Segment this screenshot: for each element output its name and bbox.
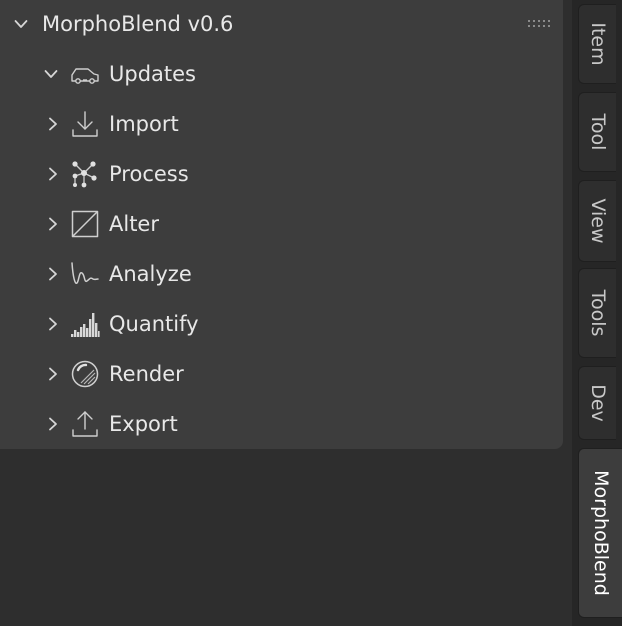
tab-view[interactable]: View	[578, 180, 616, 262]
section-import[interactable]: Import	[0, 99, 563, 149]
section-label: Render	[109, 362, 184, 386]
tab-dev[interactable]: Dev	[578, 366, 616, 440]
export-icon	[70, 409, 100, 439]
section-alter[interactable]: Alter	[0, 199, 563, 249]
section-render[interactable]: Render	[0, 349, 563, 399]
chevron-right-icon[interactable]	[46, 267, 60, 281]
histogram-icon	[70, 309, 100, 339]
section-analyze[interactable]: Analyze	[0, 249, 563, 299]
morphoblend-panel: MorphoBlend v0.6 Updates Import Process …	[0, 0, 563, 449]
section-label: Quantify	[109, 312, 199, 336]
chevron-right-icon[interactable]	[46, 417, 60, 431]
panel-header[interactable]: MorphoBlend v0.6	[0, 0, 563, 48]
section-label: Analyze	[109, 262, 192, 286]
section-label: Process	[109, 162, 189, 186]
section-updates[interactable]: Updates	[0, 49, 563, 99]
chevron-right-icon[interactable]	[46, 117, 60, 131]
tab-label: Dev	[586, 384, 609, 422]
chevron-down-icon[interactable]	[44, 67, 58, 81]
nodes-icon	[70, 159, 100, 189]
tab-label: Tools	[586, 289, 609, 337]
chevron-right-icon[interactable]	[46, 317, 60, 331]
waveform-icon	[70, 259, 100, 289]
panel-title: MorphoBlend v0.6	[42, 12, 234, 36]
alter-icon	[70, 209, 100, 239]
section-quantify[interactable]: Quantify	[0, 299, 563, 349]
drag-handle-icon[interactable]	[527, 18, 551, 30]
section-label: Export	[109, 412, 178, 436]
tab-label: View	[586, 198, 609, 244]
sidebar-tab-strip: Item Tool View Tools Dev MorphoBlend	[572, 0, 622, 626]
tab-tools[interactable]: Tools	[578, 268, 616, 358]
tab-label: Tool	[586, 113, 609, 151]
section-label: Updates	[109, 62, 196, 86]
import-icon	[70, 109, 100, 139]
render-icon	[70, 359, 100, 389]
tab-label: Item	[586, 22, 609, 66]
chevron-down-icon[interactable]	[14, 17, 28, 31]
section-label: Alter	[109, 212, 159, 236]
section-export[interactable]: Export	[0, 399, 563, 449]
tab-morphoblend[interactable]: MorphoBlend	[578, 448, 622, 618]
tab-item[interactable]: Item	[578, 4, 616, 84]
chevron-right-icon[interactable]	[46, 217, 60, 231]
tab-tool[interactable]: Tool	[578, 92, 616, 172]
sidebar-region: MorphoBlend v0.6 Updates Import Process …	[0, 0, 572, 626]
section-label: Import	[109, 112, 179, 136]
section-process[interactable]: Process	[0, 149, 563, 199]
tab-label: MorphoBlend	[589, 470, 612, 596]
n-panel-sidebar: MorphoBlend v0.6 Updates Import Process …	[0, 0, 622, 626]
car-icon	[70, 59, 100, 89]
chevron-right-icon[interactable]	[46, 167, 60, 181]
chevron-right-icon[interactable]	[46, 367, 60, 381]
